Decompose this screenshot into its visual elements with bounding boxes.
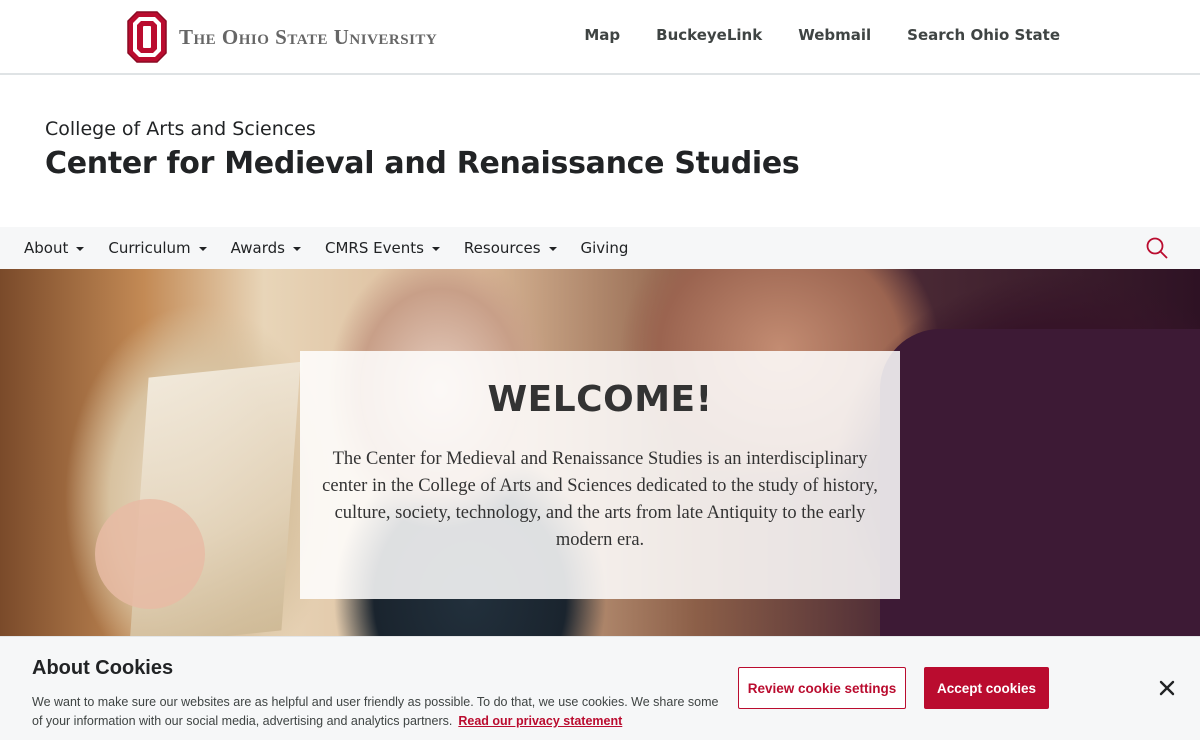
search-ohio-state-link[interactable]: Search Ohio State: [907, 26, 1060, 44]
college-name[interactable]: College of Arts and Sciences: [45, 118, 800, 140]
nav-item-label: Curriculum: [108, 239, 191, 257]
caret-down-icon: [76, 246, 85, 251]
nav-item-about[interactable]: About: [24, 239, 85, 257]
accept-cookies-button[interactable]: Accept cookies: [924, 667, 1049, 709]
nav-item-giving[interactable]: Giving: [581, 239, 629, 257]
nav-item-label: Resources: [463, 239, 541, 257]
nav-item-resources[interactable]: Resources: [464, 239, 557, 257]
main-navigation: About Curriculum Awards CMRS Events Reso…: [0, 227, 1200, 269]
osu-utility-links: Map BuckeyeLink Webmail Search Ohio Stat…: [584, 26, 1060, 44]
cookie-banner: About Cookies We want to make sure our w…: [0, 636, 1200, 740]
nav-item-awards[interactable]: Awards: [231, 239, 301, 257]
search-icon[interactable]: [1146, 237, 1168, 259]
caret-down-icon: [292, 246, 301, 251]
hero-photo-person: [880, 329, 1200, 640]
buckeyelink-link[interactable]: BuckeyeLink: [656, 26, 762, 44]
caret-down-icon: [548, 246, 557, 251]
site-heading: College of Arts and Sciences Center for …: [45, 118, 800, 181]
nav-item-cmrs-events[interactable]: CMRS Events: [325, 239, 440, 257]
nav-item-label: Awards: [230, 239, 285, 257]
cookie-banner-title: About Cookies: [32, 657, 174, 679]
nav-item-label: Giving: [580, 239, 629, 257]
osu-wordmark: The Ohio State University: [179, 24, 438, 49]
review-cookie-settings-button[interactable]: Review cookie settings: [738, 667, 906, 709]
webmail-link[interactable]: Webmail: [798, 26, 871, 44]
caret-down-icon: [198, 246, 207, 251]
hero-banner: WELCOME! The Center for Medieval and Ren…: [0, 269, 1200, 640]
hero-photo-hand: [95, 499, 205, 609]
map-link[interactable]: Map: [584, 26, 620, 44]
nav-item-label: About: [24, 239, 69, 257]
osu-logo-link[interactable]: The Ohio State University: [127, 11, 437, 63]
nav-item-label: CMRS Events: [324, 239, 424, 257]
osu-navbar: The Ohio State University Map BuckeyeLin…: [0, 0, 1200, 75]
nav-item-curriculum[interactable]: Curriculum: [108, 239, 207, 257]
caret-down-icon: [431, 246, 440, 251]
welcome-heading: WELCOME!: [487, 379, 713, 420]
block-o-icon: [127, 11, 167, 63]
welcome-panel: WELCOME! The Center for Medieval and Ren…: [300, 351, 900, 599]
welcome-description: The Center for Medieval and Renaissance …: [322, 449, 878, 550]
close-icon[interactable]: [1156, 677, 1178, 699]
privacy-statement-link[interactable]: Read our privacy statement: [458, 714, 622, 728]
cookie-banner-text: We want to make sure our websites are as…: [32, 693, 722, 731]
site-title[interactable]: Center for Medieval and Renaissance Stud…: [45, 146, 800, 181]
